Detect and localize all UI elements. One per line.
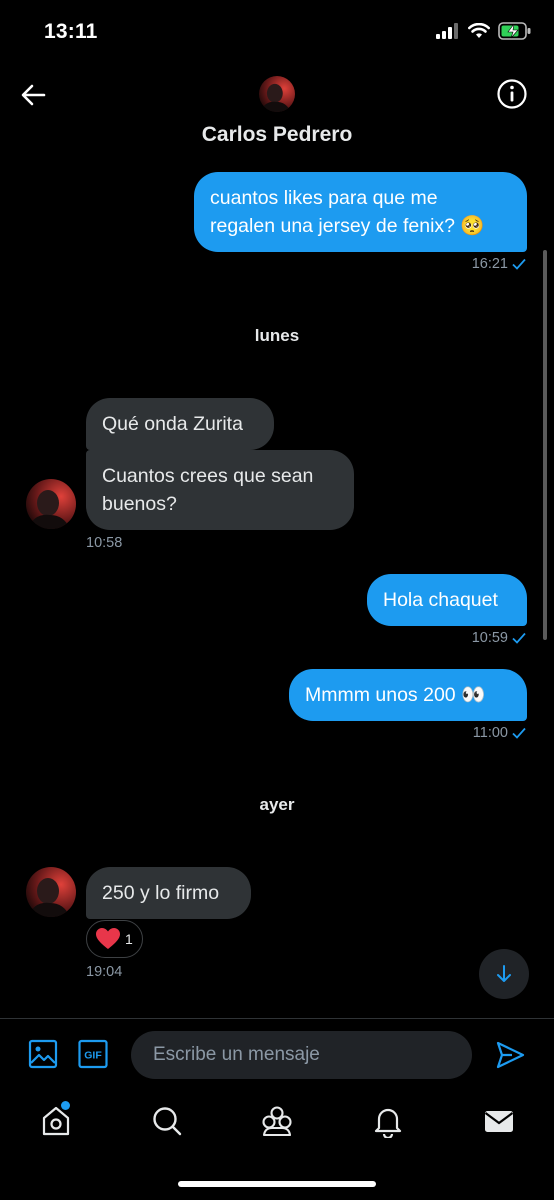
message-bubble-incoming[interactable]: 250 y lo firmo [86,867,251,919]
message-text: Qué onda Zurita [102,413,243,435]
reaction-count: 1 [125,931,133,947]
avatar-image [26,479,76,529]
conversation-header: Carlos Pedrero [0,64,554,164]
communities-icon[interactable] [260,1104,294,1138]
message-text: Cuantos crees que sean [102,465,314,487]
heart-icon [96,928,120,949]
search-icon[interactable] [150,1104,184,1138]
timestamp-text: 11:00 [472,725,508,741]
notifications-icon[interactable] [371,1104,405,1138]
message-text: Mmmm unos 200 👀 [305,684,486,706]
battery-charging-icon [498,22,531,40]
status-bar: 13:11 [0,0,554,64]
image-icon[interactable] [28,1039,58,1069]
day-separator: lunes [254,326,300,345]
sent-check-icon [512,258,526,270]
message-text: Hola chaquet [383,589,498,611]
message-timestamp: 19:04 [86,964,123,980]
send-icon[interactable] [495,1040,525,1070]
message-composer: GIF [0,1018,554,1092]
signal-icon [436,23,458,39]
message-text: cuantos likes para que me [210,187,438,209]
message-bubble-outgoing[interactable]: Mmmm unos 200 👀 [289,669,527,721]
sent-check-icon [512,727,526,739]
timestamp-text: 16:21 [471,256,508,272]
svg-text:GIF: GIF [84,1050,102,1062]
scrollbar[interactable] [543,250,547,640]
message-timestamp: 10:59 [472,630,526,646]
status-time: 13:11 [44,20,98,43]
scroll-to-bottom-button[interactable] [479,949,529,999]
home-indicator [178,1181,376,1187]
info-icon[interactable] [496,78,528,110]
new-posts-indicator [61,1101,70,1110]
gif-icon[interactable]: GIF [78,1039,108,1069]
message-text: regalen una jersey de fenix? 🥺 [210,215,485,237]
message-timestamp: 10:58 [86,535,123,551]
timestamp-text: 10:59 [471,630,508,646]
message-text: 250 y lo firmo [102,882,220,904]
reaction-pill[interactable]: 1 [86,920,143,958]
message-text: buenos? [102,493,177,515]
avatar-image [26,867,76,917]
sender-avatar[interactable] [26,479,76,529]
bottom-navigation [0,1092,554,1158]
arrow-down-icon [497,965,511,982]
wifi-icon [468,23,490,38]
message-bubble-outgoing[interactable]: Hola chaquet [367,574,527,626]
contact-name[interactable]: Carlos Pedrero [0,123,554,147]
message-bubble-incoming[interactable]: Qué onda Zurita [86,398,274,450]
back-arrow-icon[interactable] [18,80,48,110]
avatar-image [259,76,295,112]
contact-avatar[interactable] [259,76,295,112]
day-separator: ayer [259,795,295,814]
message-timestamp: 11:00 [473,725,526,741]
message-bubble-incoming[interactable]: Cuantos crees que sean buenos? [86,450,354,530]
sent-check-icon [512,632,526,644]
message-bubble-outgoing[interactable]: cuantos likes para que me regalen una je… [194,172,527,252]
status-icons [436,22,532,40]
sender-avatar[interactable] [26,867,76,917]
message-timestamp: 16:21 [472,256,526,272]
messages-icon[interactable] [482,1104,516,1138]
message-input[interactable] [131,1031,472,1079]
